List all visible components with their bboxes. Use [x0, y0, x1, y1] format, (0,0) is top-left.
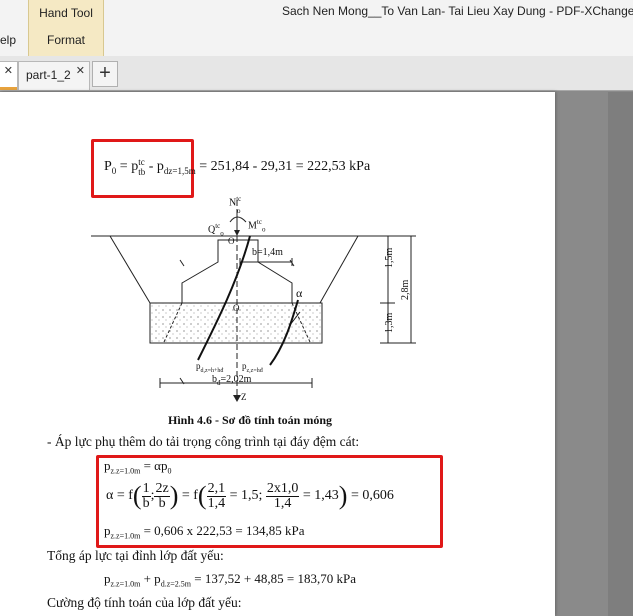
text-line-1: - Áp lực phụ thêm do tải trọng công trìn…	[47, 434, 360, 449]
label-bd: bđ=2,02m	[212, 374, 252, 387]
label-m: Mtco	[248, 218, 266, 234]
label-z: Z	[241, 392, 247, 402]
label-alpha: α	[296, 286, 303, 300]
label-o2: O	[233, 303, 240, 313]
label-q: Qtco	[208, 222, 224, 238]
text-line-3: Cường độ tính toán của lớp đất yếu:	[47, 595, 242, 610]
formula-alpha: α = f(1 b; 2z b) = f(2,1 1,4 = 1,5; 2x1,0 1,4…	[106, 480, 394, 511]
label-o1: O	[228, 236, 235, 246]
label-p-d: pd,z=h+hđ	[196, 361, 224, 374]
label-n-sub: o	[237, 207, 241, 215]
figure-caption: Hình 4.6 - Sơ đồ tính toán móng	[168, 413, 333, 427]
label-b: b=1,4m	[252, 247, 283, 258]
label-dim-2-8m: 2,8m	[400, 279, 411, 300]
label-p-z: pz,z=hđ	[242, 361, 263, 374]
label-dim-1-3m: 1,3m	[384, 312, 395, 333]
formula-total-pressure: pz.z=1.0m + pd.z=2.5m = 137,52 + 48,85 =…	[104, 571, 356, 589]
label-dim-1-5m: 1,5m	[384, 247, 395, 268]
text-line-2: Tổng áp lực tại đỉnh lớp đất yếu:	[47, 548, 224, 563]
formula-pz-value: pz.z=1.0m = 0,606 x 222,53 = 134,85 kPa	[104, 523, 305, 541]
formula-pz-alpha: pz.z=1.0m = αp0	[104, 458, 172, 476]
